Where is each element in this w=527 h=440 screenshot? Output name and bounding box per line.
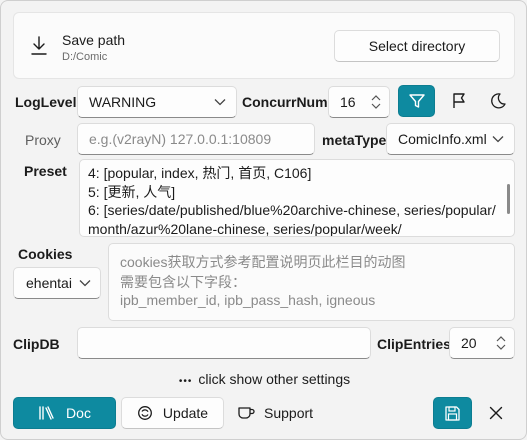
clip-db-input[interactable] bbox=[77, 327, 371, 359]
cookies-site-value: ehentai bbox=[26, 275, 72, 291]
support-button[interactable]: Support bbox=[237, 397, 327, 429]
chevron-down-icon bbox=[79, 280, 91, 287]
cup-icon bbox=[238, 407, 255, 419]
update-label: Update bbox=[162, 405, 209, 421]
select-directory-button[interactable]: Select directory bbox=[334, 30, 500, 62]
close-button[interactable] bbox=[477, 397, 514, 429]
flag-button[interactable] bbox=[440, 85, 477, 117]
preset-line: 5: [更新, 人气] bbox=[88, 184, 176, 200]
doc-label: Doc bbox=[66, 405, 91, 421]
close-icon bbox=[489, 406, 502, 420]
preset-textarea[interactable]: 4: [popular, index, 热门, 首页, C106] 5: [更新… bbox=[79, 159, 515, 237]
meta-type-value: ComicInfo.xml bbox=[398, 131, 487, 147]
cookies-textarea[interactable]: cookies获取方式参考配置说明页此栏目的动图 需要包含以下字段： ipb_m… bbox=[108, 243, 515, 321]
more-dots-icon: ••• bbox=[178, 376, 193, 387]
filter-icon bbox=[408, 94, 425, 108]
clip-entries-label: ClipEntries bbox=[377, 336, 451, 352]
select-directory-label: Select directory bbox=[368, 38, 466, 54]
meta-type-select[interactable]: ComicInfo.xml bbox=[386, 123, 515, 155]
preset-line: 6: [series/date/published/blue%20archive… bbox=[88, 202, 496, 218]
proxy-input[interactable]: e.g.(v2rayN) 127.0.0.1:10809 bbox=[77, 123, 315, 155]
clip-db-label: ClipDB bbox=[13, 336, 60, 352]
chevron-down-icon bbox=[214, 99, 226, 106]
flag-icon bbox=[452, 93, 465, 108]
log-level-label: LogLevel bbox=[15, 94, 77, 110]
cookies-hint-line: cookies获取方式参考配置说明页此栏目的动图 bbox=[120, 254, 406, 270]
update-button[interactable]: Update bbox=[121, 397, 224, 429]
preset-line: month/azur%20lane-chinese, series/popula… bbox=[88, 221, 402, 237]
preset-line: 4: [popular, index, 热门, 首页, C106] bbox=[88, 165, 312, 181]
config-window: Save path D:/Comic Select directory LogL… bbox=[0, 0, 527, 440]
save-path-title: Save path bbox=[62, 32, 126, 48]
cookies-hint-line: 需要包含以下字段： bbox=[120, 274, 246, 290]
save-path-card: Save path D:/Comic Select directory bbox=[13, 12, 515, 79]
more-settings-toggle[interactable]: ••• click show other settings bbox=[1, 371, 526, 387]
log-level-value: WARNING bbox=[89, 94, 157, 110]
preset-scrollbar[interactable] bbox=[507, 184, 510, 214]
support-label: Support bbox=[264, 405, 314, 421]
refresh-icon bbox=[137, 406, 152, 420]
clip-entries-value: 20 bbox=[461, 335, 477, 351]
library-icon bbox=[39, 406, 54, 420]
cookies-site-select[interactable]: ehentai bbox=[13, 267, 101, 299]
concurrency-value: 16 bbox=[340, 94, 356, 110]
chevron-down-icon bbox=[492, 136, 504, 143]
cookies-label: Cookies bbox=[18, 246, 73, 262]
log-level-select[interactable]: WARNING bbox=[77, 86, 237, 118]
clip-entries-stepper[interactable]: 20 bbox=[449, 327, 515, 359]
spinner-arrows-icon bbox=[496, 336, 506, 350]
more-settings-text: click show other settings bbox=[198, 371, 351, 387]
concurrency-stepper[interactable]: 16 bbox=[328, 86, 390, 118]
doc-button[interactable]: Doc bbox=[13, 397, 116, 429]
theme-button[interactable] bbox=[479, 85, 516, 117]
preset-label: Preset bbox=[24, 163, 67, 179]
save-path-value: D:/Comic bbox=[62, 51, 108, 63]
concurrency-label: ConcurrNum bbox=[242, 94, 328, 110]
proxy-label: Proxy bbox=[25, 132, 61, 148]
save-button[interactable] bbox=[433, 397, 472, 429]
moon-icon bbox=[490, 93, 506, 109]
cookies-hint-line: ipb_member_id, ipb_pass_hash, igneous bbox=[120, 292, 376, 308]
proxy-placeholder: e.g.(v2rayN) 127.0.0.1:10809 bbox=[89, 131, 272, 147]
filter-button[interactable] bbox=[398, 85, 435, 117]
download-icon bbox=[31, 36, 47, 55]
save-icon bbox=[445, 405, 460, 421]
spinner-arrows-icon bbox=[371, 95, 381, 109]
meta-type-label: metaType bbox=[322, 132, 387, 148]
